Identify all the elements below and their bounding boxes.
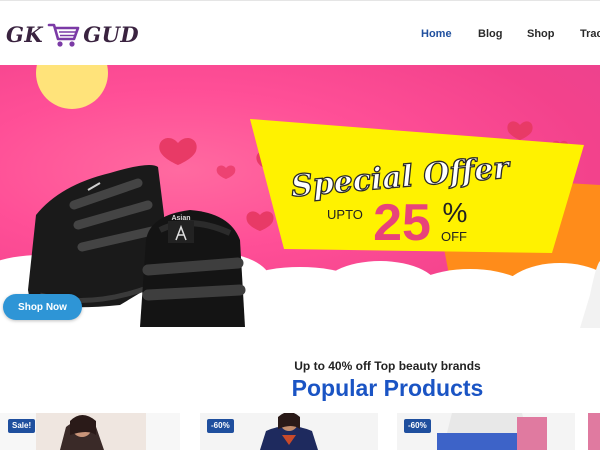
site-header: GK GUD Home Blog Shop Trac [0,0,600,65]
sun-graphic [36,65,108,109]
hero-banner[interactable]: Asian Special Offer UPTO 25 % OFF Shop N… [0,65,600,328]
offer-upto: UPTO [327,207,363,222]
discount-badge: -60% [404,419,431,433]
next-card-edge [588,413,600,450]
nav-item-blog[interactable]: Blog [478,28,502,40]
nav-item-shop[interactable]: Shop [527,28,555,40]
product-card[interactable]: -60% [200,413,378,450]
discount-badge: -60% [207,419,234,433]
offer-percent-sign: % [443,197,468,228]
sale-badge: Sale! [8,419,36,433]
product-card[interactable]: -60% [397,413,575,450]
nav-item-track[interactable]: Trac [580,28,600,40]
shop-now-button[interactable]: Shop Now [3,294,82,320]
offer-percent: 25 [373,194,431,252]
nav-item-home[interactable]: Home [421,28,452,40]
product-card[interactable]: Sale! [0,413,180,450]
section-title: Popular Products [291,375,484,401]
shoe-brand-label: Asian [171,215,190,222]
main-nav: Home Blog Shop Trac [0,28,600,42]
offer-off: OFF [441,229,467,244]
section-subheading: Up to 40% off Top beauty brands [294,359,481,373]
hero-artwork: Asian Special Offer UPTO 25 % OFF [0,65,600,328]
